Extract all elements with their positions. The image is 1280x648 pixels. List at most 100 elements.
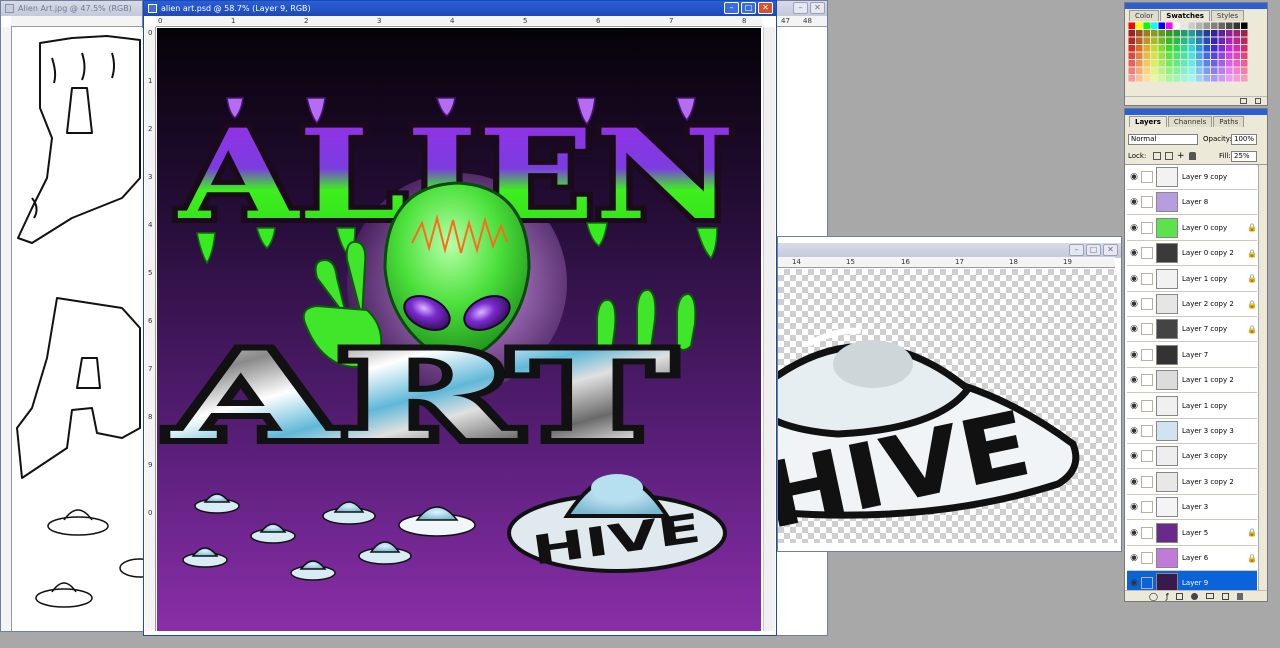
eye-icon[interactable]: ◉ — [1127, 223, 1141, 233]
swatch[interactable] — [1188, 52, 1196, 60]
swatch[interactable] — [1226, 37, 1233, 45]
eye-icon[interactable]: ◉ — [1127, 350, 1141, 360]
swatch[interactable] — [1166, 37, 1173, 45]
layer-link-box[interactable] — [1141, 272, 1153, 285]
layer-link-box[interactable] — [1141, 425, 1153, 437]
swatch[interactable] — [1151, 37, 1158, 45]
swatch[interactable] — [1226, 52, 1233, 60]
eye-icon[interactable]: ◉ — [1127, 375, 1141, 385]
opacity-field[interactable]: 100% — [1231, 134, 1257, 145]
swatch[interactable] — [1158, 52, 1166, 60]
left-document-window[interactable]: Alien Art.jpg @ 47.5% (RGB) — [0, 0, 143, 632]
swatch[interactable] — [1151, 52, 1158, 60]
swatch[interactable] — [1211, 67, 1218, 75]
layer-list-scrollbar[interactable] — [1258, 165, 1267, 590]
layer-link-box[interactable] — [1141, 171, 1153, 183]
swatch[interactable] — [1173, 30, 1181, 37]
swatch[interactable] — [1166, 22, 1173, 30]
minimize-button[interactable]: – — [1069, 244, 1084, 256]
layer-style-icon[interactable]: ƒ — [1166, 592, 1169, 601]
swatch[interactable] — [1158, 45, 1166, 52]
swatch[interactable] — [1143, 52, 1151, 60]
swatch[interactable] — [1188, 37, 1196, 45]
swatch[interactable] — [1151, 45, 1158, 52]
swatch[interactable] — [1188, 75, 1196, 82]
main-document-window[interactable]: alien art.psd @ 58.7% (Layer 9, RGB) – □… — [143, 0, 777, 636]
zoomed-document-titlebar[interactable]: – □ ✕ — [778, 243, 1121, 258]
tab-channels[interactable]: Channels — [1167, 116, 1213, 127]
layer-row[interactable]: ◉ Layer 3 copy — [1127, 444, 1257, 470]
swatch[interactable] — [1173, 45, 1181, 52]
minimize-button[interactable]: – — [793, 2, 808, 14]
swatch[interactable] — [1218, 22, 1226, 30]
swatch[interactable] — [1241, 22, 1248, 30]
swatch[interactable] — [1166, 60, 1173, 67]
swatch[interactable] — [1181, 75, 1188, 82]
swatch[interactable] — [1158, 37, 1166, 45]
swatch[interactable] — [1143, 37, 1151, 45]
swatch[interactable] — [1128, 22, 1136, 30]
tab-styles[interactable]: Styles — [1210, 10, 1245, 21]
layer-row[interactable]: ◉ Layer 2 copy 2 🔒 — [1127, 292, 1257, 317]
swatch[interactable] — [1173, 75, 1181, 82]
layer-link-box[interactable] — [1141, 450, 1153, 463]
swatch[interactable] — [1233, 60, 1241, 67]
swatch[interactable] — [1166, 30, 1173, 37]
swatch[interactable] — [1128, 30, 1136, 37]
tab-paths[interactable]: Paths — [1213, 116, 1245, 127]
swatch[interactable] — [1241, 52, 1248, 60]
swatch[interactable] — [1173, 22, 1181, 30]
minimize-button[interactable]: – — [724, 2, 739, 14]
swatch-grid[interactable] — [1128, 22, 1258, 92]
swatch[interactable] — [1218, 75, 1226, 82]
swatch[interactable] — [1151, 75, 1158, 82]
swatch[interactable] — [1196, 22, 1203, 30]
lock-all-icon[interactable] — [1189, 152, 1196, 160]
layer-link-box[interactable] — [1141, 577, 1153, 590]
tab-swatches[interactable]: Swatches — [1160, 10, 1210, 21]
swatch[interactable] — [1233, 52, 1241, 60]
swatch[interactable] — [1226, 67, 1233, 75]
swatch[interactable] — [1241, 30, 1248, 37]
eye-icon[interactable]: ◉ — [1127, 426, 1141, 436]
swatch[interactable] — [1203, 37, 1211, 45]
swatch[interactable] — [1233, 30, 1241, 37]
eye-icon[interactable]: ◉ — [1127, 324, 1141, 334]
swatch[interactable] — [1196, 37, 1203, 45]
eye-icon[interactable]: ◉ — [1127, 197, 1141, 207]
swatch[interactable] — [1226, 22, 1233, 30]
swatch[interactable] — [1143, 22, 1151, 30]
swatch[interactable] — [1233, 45, 1241, 52]
swatch[interactable] — [1188, 67, 1196, 75]
layer-row[interactable]: ◉ Layer 6 🔒 — [1127, 546, 1257, 571]
close-button[interactable]: ✕ — [758, 2, 773, 14]
layer-row[interactable]: ◉ Layer 1 copy — [1127, 394, 1257, 419]
layer-row[interactable]: ◉ Layer 7 — [1127, 343, 1257, 368]
eye-icon[interactable]: ◉ — [1127, 401, 1141, 411]
swatch[interactable] — [1226, 30, 1233, 37]
swatch[interactable] — [1128, 75, 1136, 82]
layer-row[interactable]: ◉ Layer 1 copy 2 — [1127, 368, 1257, 394]
eye-icon[interactable]: ◉ — [1127, 578, 1141, 588]
swatch[interactable] — [1181, 30, 1188, 37]
swatch[interactable] — [1166, 67, 1173, 75]
maximize-button[interactable]: □ — [741, 2, 756, 14]
swatch[interactable] — [1158, 67, 1166, 75]
swatch[interactable] — [1233, 22, 1241, 30]
swatch[interactable] — [1181, 37, 1188, 45]
vertical-scrollbar[interactable] — [763, 27, 775, 631]
layers-panel[interactable]: Layers Channels Paths Normal Opacity: 10… — [1124, 108, 1268, 602]
swatch[interactable] — [1211, 60, 1218, 67]
swatch[interactable] — [1233, 67, 1241, 75]
swatch[interactable] — [1181, 60, 1188, 67]
swatch[interactable] — [1188, 22, 1196, 30]
tab-color[interactable]: Color — [1129, 10, 1160, 21]
new-swatch-icon[interactable] — [1240, 98, 1247, 104]
swatch[interactable] — [1151, 60, 1158, 67]
swatch[interactable] — [1203, 45, 1211, 52]
swatch[interactable] — [1218, 30, 1226, 37]
eye-icon[interactable]: ◉ — [1127, 248, 1141, 258]
swatch[interactable] — [1143, 60, 1151, 67]
lock-image-icon[interactable] — [1165, 152, 1173, 160]
swatch[interactable] — [1218, 60, 1226, 67]
